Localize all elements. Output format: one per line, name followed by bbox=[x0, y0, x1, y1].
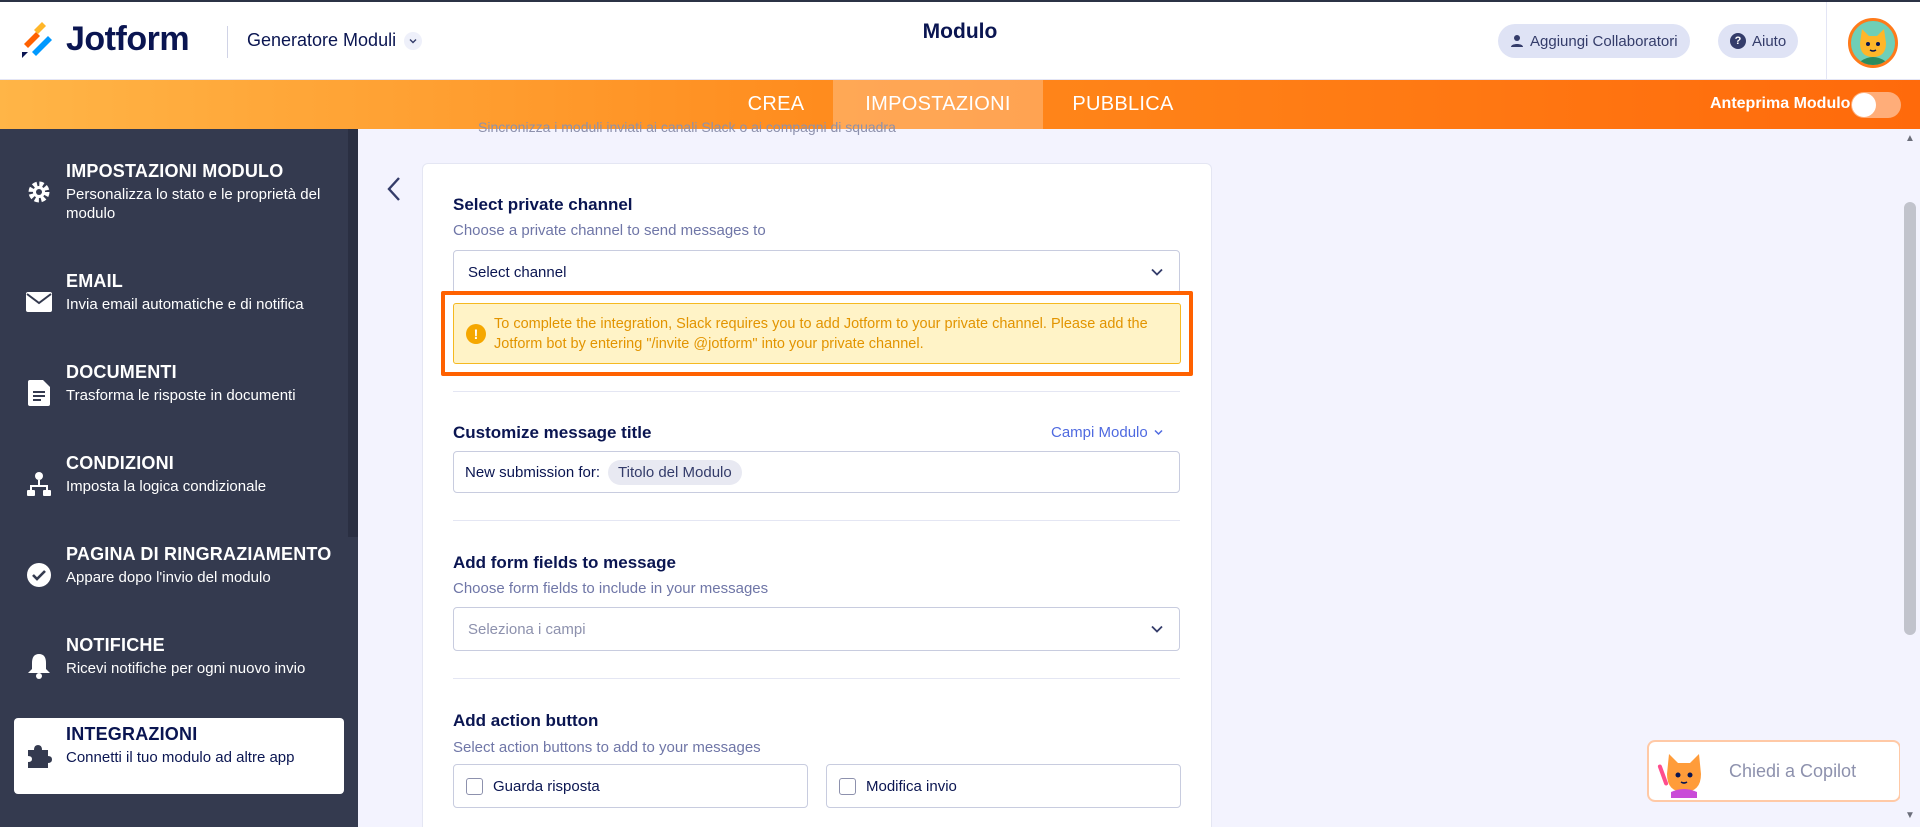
checkbox[interactable] bbox=[466, 777, 483, 795]
chevron-down-icon bbox=[1151, 625, 1163, 633]
form-fields-select[interactable]: Seleziona i campi bbox=[453, 607, 1180, 651]
sidebar-item-title: NOTIFICHE bbox=[66, 635, 165, 655]
sidebar-item-title: DOCUMENTI bbox=[66, 362, 177, 382]
sidebar-item-desc: Ricevi notifiche per ogni nuovo invio bbox=[66, 660, 306, 677]
channel-select[interactable]: Select channel bbox=[453, 250, 1180, 294]
toggle-knob bbox=[1852, 93, 1876, 117]
add-collaborators-label: Aggiungi Collaboratori bbox=[1530, 32, 1678, 50]
avatar-divider bbox=[1826, 2, 1827, 82]
jotform-logo-icon bbox=[20, 21, 56, 58]
sidebar-item-integrazioni[interactable]: INTEGRAZIONI Connetti il tuo modulo ad a… bbox=[14, 718, 344, 794]
sidebar-item-condizioni[interactable]: CONDIZIONI Imposta la logica condizional… bbox=[14, 447, 344, 523]
question-icon: ? bbox=[1730, 33, 1746, 49]
ask-copilot-button[interactable]: Chiedi a Copilot bbox=[1647, 740, 1901, 802]
checkbox[interactable] bbox=[839, 777, 856, 795]
private-channel-subtitle: Choose a private channel to send message… bbox=[453, 222, 766, 239]
sidebar-item-pagina-ringraziamento[interactable]: PAGINA DI RINGRAZIAMENTO Appare dopo l'i… bbox=[14, 538, 344, 614]
sidebar-item-title: EMAIL bbox=[66, 271, 123, 291]
sidebar-item-title: IMPOSTAZIONI MODULO bbox=[66, 161, 284, 181]
section-divider bbox=[453, 678, 1180, 679]
sidebar-item-desc: Connetti il tuo modulo ad altre app bbox=[66, 749, 295, 766]
form-fields-dropdown[interactable]: Campi Modulo bbox=[1051, 424, 1164, 441]
ask-copilot-label: Chiedi a Copilot bbox=[1729, 760, 1857, 781]
chevron-down-icon bbox=[404, 31, 423, 50]
warning-icon: ! bbox=[466, 324, 486, 344]
sidebar-item-desc: Appare dopo l'invio del modulo bbox=[66, 569, 271, 586]
envelope-icon bbox=[26, 289, 52, 315]
sidebar-item-desc: Personalizza lo stato e le proprietà del… bbox=[66, 186, 321, 222]
header-divider bbox=[227, 26, 228, 58]
option-label: Guarda risposta bbox=[493, 777, 600, 795]
sidebar-item-title: CONDIZIONI bbox=[66, 453, 174, 473]
tab-pubblica[interactable]: PUBBLICA bbox=[1043, 80, 1203, 129]
edit-submission-option[interactable]: Modifica invio bbox=[826, 764, 1181, 808]
sidebar-item-title: INTEGRAZIONI bbox=[66, 724, 198, 744]
gear-icon bbox=[26, 179, 52, 205]
action-button-heading: Add action button bbox=[453, 711, 599, 730]
section-divider bbox=[453, 391, 1180, 392]
slack-warning-text: To complete the integration, Slack requi… bbox=[494, 315, 1148, 352]
flowchart-icon bbox=[26, 471, 52, 497]
private-channel-title: Select private channel bbox=[453, 195, 633, 214]
sidebar-item-title: PAGINA DI RINGRAZIAMENTO bbox=[66, 544, 332, 564]
message-title-input[interactable]: New submission for: Titolo del Modulo bbox=[453, 451, 1180, 493]
scroll-up-arrow-icon[interactable]: ▲ bbox=[1904, 133, 1916, 145]
builder-title-dropdown[interactable]: Generatore Moduli bbox=[247, 30, 423, 51]
puzzle-icon bbox=[26, 742, 52, 768]
chevron-down-icon bbox=[1154, 429, 1163, 436]
form-fields-heading: Add form fields to message bbox=[453, 553, 676, 572]
add-collaborators-button[interactable]: Aggiungi Collaboratori bbox=[1498, 24, 1690, 58]
action-button-subtitle: Select action buttons to add to your mes… bbox=[453, 739, 761, 756]
option-label: Modifica invio bbox=[866, 777, 957, 795]
form-fields-placeholder: Seleziona i campi bbox=[468, 620, 586, 638]
user-icon bbox=[1511, 35, 1523, 47]
bell-icon bbox=[26, 653, 52, 679]
message-title-heading: Customize message title bbox=[453, 423, 652, 442]
channel-select-value: Select channel bbox=[468, 263, 567, 281]
logo-text: Jotform bbox=[66, 20, 190, 58]
form-fields-label: Campi Modulo bbox=[1051, 424, 1148, 441]
integration-description: Sincronizza i moduli inviati ai canali S… bbox=[478, 119, 896, 135]
settings-sidebar: IMPOSTAZIONI MODULO Personalizza lo stat… bbox=[0, 129, 358, 827]
section-divider bbox=[453, 520, 1180, 521]
form-preview-toggle[interactable] bbox=[1851, 92, 1901, 118]
view-response-option[interactable]: Guarda risposta bbox=[453, 764, 808, 808]
jotform-logo[interactable]: Jotform bbox=[20, 20, 190, 59]
avatar[interactable] bbox=[1848, 18, 1898, 68]
chevron-down-icon bbox=[1151, 268, 1163, 276]
builder-title: Generatore Moduli bbox=[247, 30, 397, 50]
sidebar-item-desc: Invia email automatiche e di notifica bbox=[66, 296, 304, 313]
sidebar-item-email[interactable]: EMAIL Invia email automatiche e di notif… bbox=[14, 265, 344, 341]
sidebar-item-notifiche[interactable]: NOTIFICHE Ricevi notifiche per ogni nuov… bbox=[14, 629, 344, 705]
sidebar-item-desc: Imposta la logica condizionale bbox=[66, 478, 267, 495]
help-label: Aiuto bbox=[1752, 32, 1787, 50]
form-fields-subtitle: Choose form fields to include in your me… bbox=[453, 580, 769, 597]
message-title-prefix: New submission for: bbox=[465, 463, 601, 481]
settings-navbar: CREA IMPOSTAZIONI PUBBLICA Anteprima Mod… bbox=[0, 80, 1920, 129]
slack-warning: ! To complete the integration, Slack req… bbox=[453, 303, 1181, 364]
sidebar-item-impostazioni-modulo[interactable]: IMPOSTAZIONI MODULO Personalizza lo stat… bbox=[14, 155, 344, 231]
sidebar-item-documenti[interactable]: DOCUMENTI Trasforma le risposte in docum… bbox=[14, 356, 344, 432]
top-header: Jotform Generatore Moduli Modulo Aggiung… bbox=[0, 0, 1920, 82]
back-chevron-icon[interactable] bbox=[383, 174, 405, 204]
help-button[interactable]: ? Aiuto bbox=[1718, 24, 1799, 58]
sidebar-item-desc: Trasforma le risposte in documenti bbox=[66, 387, 296, 404]
copilot-avatar-icon bbox=[1657, 744, 1711, 798]
scroll-down-arrow-icon[interactable]: ▼ bbox=[1904, 810, 1916, 822]
check-circle-icon bbox=[26, 562, 52, 588]
form-preview-label: Anteprima Modulo bbox=[1710, 95, 1851, 112]
form-title-chip[interactable]: Titolo del Modulo bbox=[608, 459, 742, 485]
document-icon bbox=[26, 380, 52, 406]
page-scrollbar-thumb[interactable] bbox=[1904, 202, 1916, 635]
sidebar-scrollbar[interactable] bbox=[348, 129, 358, 537]
